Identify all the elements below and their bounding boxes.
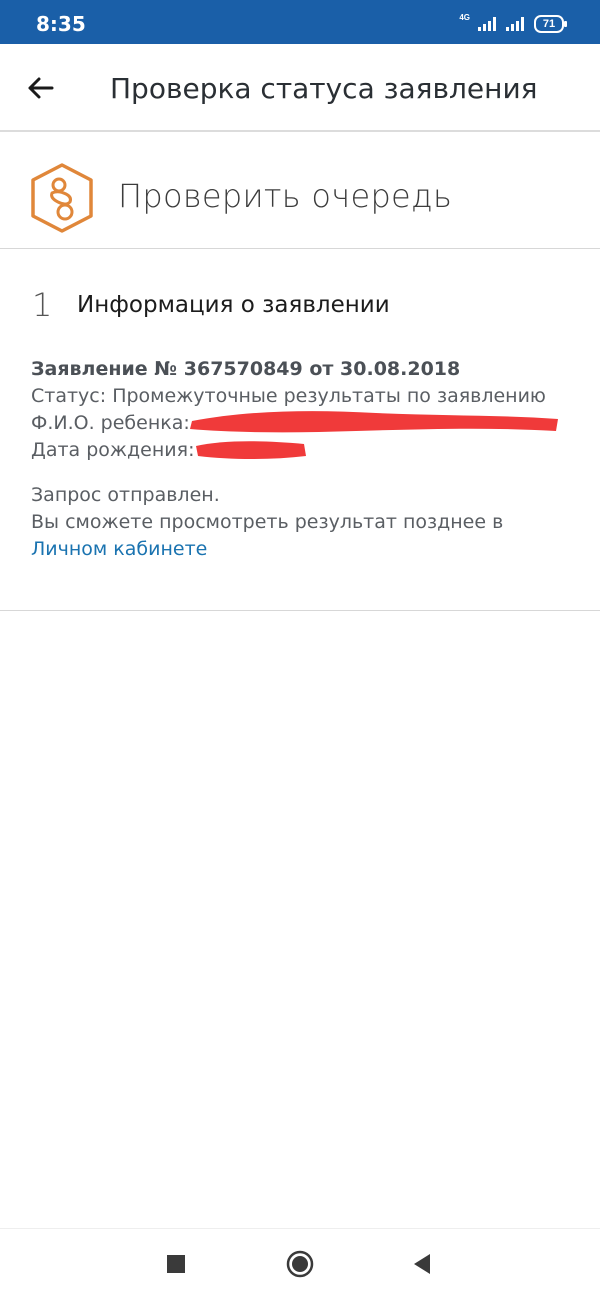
square-icon xyxy=(167,1255,185,1273)
page-title: Проверка статуса заявления xyxy=(110,72,538,105)
status-value: Промежуточные результаты по заявлению xyxy=(112,385,546,407)
signal-icon-sim1 xyxy=(478,17,496,31)
service-header: Проверить очередь xyxy=(0,132,600,249)
application-number: Заявление № 367570849 от 30.08.2018 xyxy=(31,358,461,380)
battery-icon: 71 xyxy=(534,15,567,33)
triangle-back-icon xyxy=(414,1254,430,1274)
pacifier-icon xyxy=(31,163,93,233)
status-icons: 4G 71 xyxy=(459,12,567,34)
status-bar: 8:35 4G 71 xyxy=(0,0,600,44)
notice-block: Запрос отправлен. Вы сможете просмотреть… xyxy=(31,482,591,563)
network-type: 4G xyxy=(459,12,470,22)
back-button[interactable] xyxy=(22,69,62,109)
circle-icon xyxy=(286,1250,314,1278)
birth-date-row: Дата рождения: xyxy=(31,437,591,464)
status-label: Статус: xyxy=(31,385,107,407)
signal-icon-sim2 xyxy=(506,17,524,31)
step-number: 1 xyxy=(32,286,53,324)
application-info-section: 1 Информация о заявлении Заявление № 367… xyxy=(0,250,600,611)
status-time: 8:35 xyxy=(36,12,86,36)
arrow-left-icon xyxy=(28,77,54,99)
nav-back-button[interactable] xyxy=(408,1249,438,1279)
child-name-row: Ф.И.О. ребенка: xyxy=(31,410,591,437)
service-title: Проверить очередь xyxy=(118,177,453,215)
recent-apps-button[interactable] xyxy=(161,1249,191,1279)
home-button[interactable] xyxy=(285,1249,315,1279)
birth-date-label: Дата рождения: xyxy=(31,439,195,461)
application-details: Заявление № 367570849 от 30.08.2018 Стат… xyxy=(31,356,591,563)
notice-message: Вы сможете просмотреть результат позднее… xyxy=(31,511,504,533)
system-nav-bar xyxy=(0,1228,600,1300)
personal-account-link[interactable]: Личном кабинете xyxy=(31,536,591,563)
application-status: Статус: Промежуточные результаты по заяв… xyxy=(31,383,591,410)
notice-sent: Запрос отправлен. xyxy=(31,484,220,506)
child-name-label: Ф.И.О. ребенка: xyxy=(31,412,190,434)
app-bar: Проверка статуса заявления xyxy=(0,44,600,132)
step-title: Информация о заявлении xyxy=(77,292,390,318)
